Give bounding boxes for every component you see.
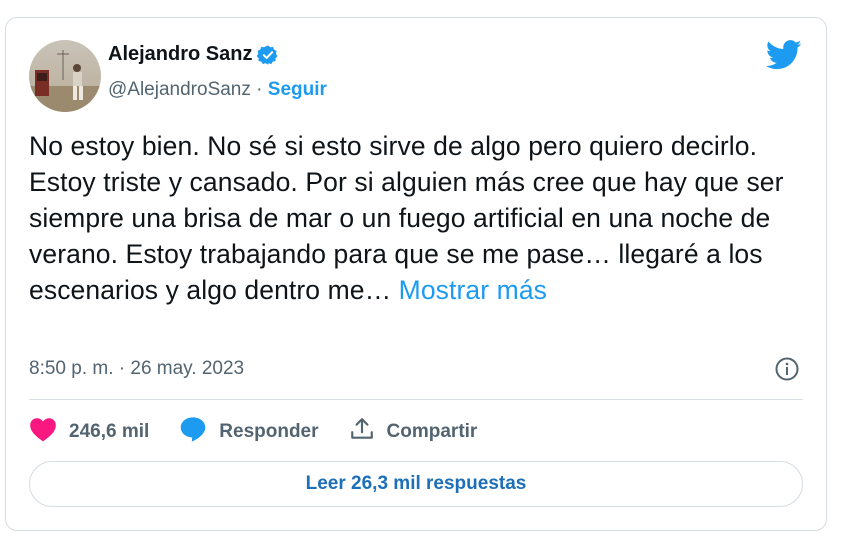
reply-bubble-icon (179, 416, 207, 448)
reply-label: Responder (219, 421, 319, 442)
handle-separator: · (256, 79, 263, 100)
tweet-text: No estoy bien. No sé si esto sirve de al… (29, 128, 809, 308)
share-icon (349, 416, 375, 448)
reply-button[interactable]: Responder (179, 416, 319, 448)
read-replies-button[interactable]: Leer 26,3 mil respuestas (29, 461, 803, 507)
divider (29, 399, 803, 400)
author-name[interactable]: Alejandro Sanz (108, 43, 252, 66)
info-icon[interactable] (774, 356, 800, 382)
author-name-row: Alejandro Sanz (108, 43, 279, 66)
follow-button[interactable]: Seguir (268, 79, 327, 100)
action-bar: 246,6 mil Responder Compartir (29, 416, 477, 448)
heart-icon (29, 416, 57, 448)
share-button[interactable]: Compartir (349, 416, 478, 448)
tweet-card: Alejandro Sanz @AlejandroSanz · Seguir N… (5, 17, 827, 531)
share-label: Compartir (386, 421, 478, 442)
author-handle-row: @AlejandroSanz · Seguir (108, 79, 327, 101)
show-more-link[interactable]: Mostrar más (399, 275, 547, 305)
author-avatar[interactable] (29, 40, 101, 112)
tweet-timestamp[interactable]: 8:50 p. m. · 26 may. 2023 (29, 358, 244, 380)
like-button[interactable]: 246,6 mil (29, 416, 149, 448)
twitter-bird-icon[interactable] (765, 40, 802, 70)
verified-badge-icon (257, 44, 279, 66)
author-handle[interactable]: @AlejandroSanz (108, 79, 251, 100)
like-count: 246,6 mil (69, 421, 150, 442)
